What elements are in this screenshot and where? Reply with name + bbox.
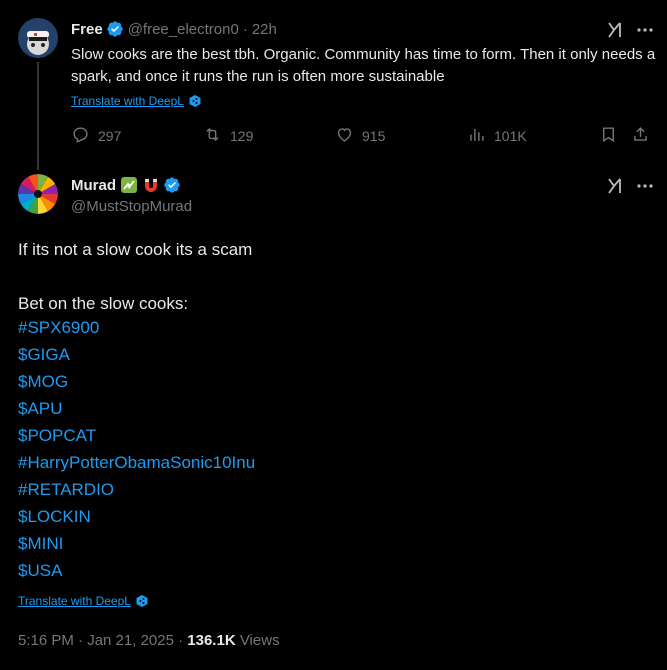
ticker-link[interactable]: $POPCAT xyxy=(18,422,255,449)
grok-icon[interactable] xyxy=(605,20,625,40)
verified-badge-icon xyxy=(163,176,181,194)
deepl-icon xyxy=(188,94,202,108)
ticker-link[interactable]: #HarryPotterObamaSonic10Inu xyxy=(18,449,255,476)
deepl-icon xyxy=(135,594,149,608)
post-timestamp[interactable]: 5:16 PM · Jan 21, 2025 xyxy=(18,632,174,649)
translate-link[interactable]: Translate with DeepL xyxy=(71,94,202,108)
parent-handle[interactable]: @free_electron0 xyxy=(128,21,239,38)
repost-button[interactable]: 129 xyxy=(203,125,253,147)
translate-link[interactable]: Translate with DeepL xyxy=(18,594,149,608)
reply-icon xyxy=(71,125,98,147)
rainbow-avatar-icon xyxy=(18,174,58,214)
thread-line xyxy=(37,62,39,170)
more-icon[interactable] xyxy=(635,20,655,40)
more-icon[interactable] xyxy=(635,176,655,196)
parent-header: Free @free_electron0 · 22h xyxy=(71,19,277,39)
main-post-text: If its not a slow cook its a scam Bet on… xyxy=(18,236,252,317)
bookmark-icon xyxy=(599,125,618,147)
grok-icon[interactable] xyxy=(605,176,625,196)
post-views-count: 136.1K xyxy=(187,632,236,649)
ticker-link[interactable]: $APU xyxy=(18,395,255,422)
parent-time[interactable]: 22h xyxy=(252,21,277,38)
ticker-list: #SPX6900 $GIGA $MOG $APU $POPCAT #HarryP… xyxy=(18,314,255,584)
ticker-link[interactable]: #RETARDIO xyxy=(18,476,255,503)
svg-text:¥: ¥ xyxy=(127,183,132,191)
like-count: 915 xyxy=(362,128,386,144)
meta-dot: · xyxy=(178,632,184,649)
post-meta: 5:16 PM · Jan 21, 2025 · 136.1K Views xyxy=(18,632,280,649)
bookmark-button[interactable] xyxy=(599,125,618,147)
like-button[interactable]: 915 xyxy=(335,125,385,147)
parent-display-name[interactable]: Free xyxy=(71,21,103,38)
repost-count: 129 xyxy=(230,128,254,144)
translate-label[interactable]: Translate with DeepL xyxy=(18,594,131,608)
main-avatar[interactable] xyxy=(18,174,58,214)
translate-label[interactable]: Translate with DeepL xyxy=(71,94,184,108)
views-button[interactable]: 101K xyxy=(467,125,527,147)
views-icon xyxy=(467,125,494,147)
main-handle[interactable]: @MustStopMurad xyxy=(71,198,192,215)
ticker-link[interactable]: $USA xyxy=(18,557,255,584)
ticker-link[interactable]: #SPX6900 xyxy=(18,314,255,341)
ticker-link[interactable]: $MOG xyxy=(18,368,255,395)
reply-count: 297 xyxy=(98,128,122,144)
ticker-link[interactable]: $GIGA xyxy=(18,341,255,368)
repost-icon xyxy=(203,125,230,147)
main-post-line: If its not a slow cook its a scam xyxy=(18,240,253,259)
parent-post-text: Slow cooks are the best tbh. Organic. Co… xyxy=(71,46,656,85)
separator-dot: · xyxy=(242,20,248,38)
views-count: 101K xyxy=(494,128,527,144)
main-display-name[interactable]: Murad xyxy=(71,177,116,194)
share-icon xyxy=(631,125,650,147)
share-button[interactable] xyxy=(631,125,650,147)
reply-button[interactable]: 297 xyxy=(71,125,121,147)
ticker-link[interactable]: $MINI xyxy=(18,530,255,557)
main-header: Murad ¥ xyxy=(71,175,181,195)
main-post: Murad ¥ @MustStopMurad If its not a slow… xyxy=(0,160,667,670)
like-icon xyxy=(335,125,362,147)
post-views-label: Views xyxy=(239,632,280,649)
ticker-link[interactable]: $LOCKIN xyxy=(18,503,255,530)
parent-avatar[interactable] xyxy=(18,18,58,58)
parent-action-bar: 297 129 915 101K xyxy=(0,125,667,147)
magnet-emoji-icon xyxy=(142,176,160,194)
chart-emoji-icon: ¥ xyxy=(120,176,138,194)
main-post-intro: Bet on the slow cooks: xyxy=(18,294,189,313)
verified-badge-icon xyxy=(106,20,124,38)
parent-post[interactable]: Free @free_electron0 · 22h Slow cooks ar… xyxy=(0,0,667,170)
